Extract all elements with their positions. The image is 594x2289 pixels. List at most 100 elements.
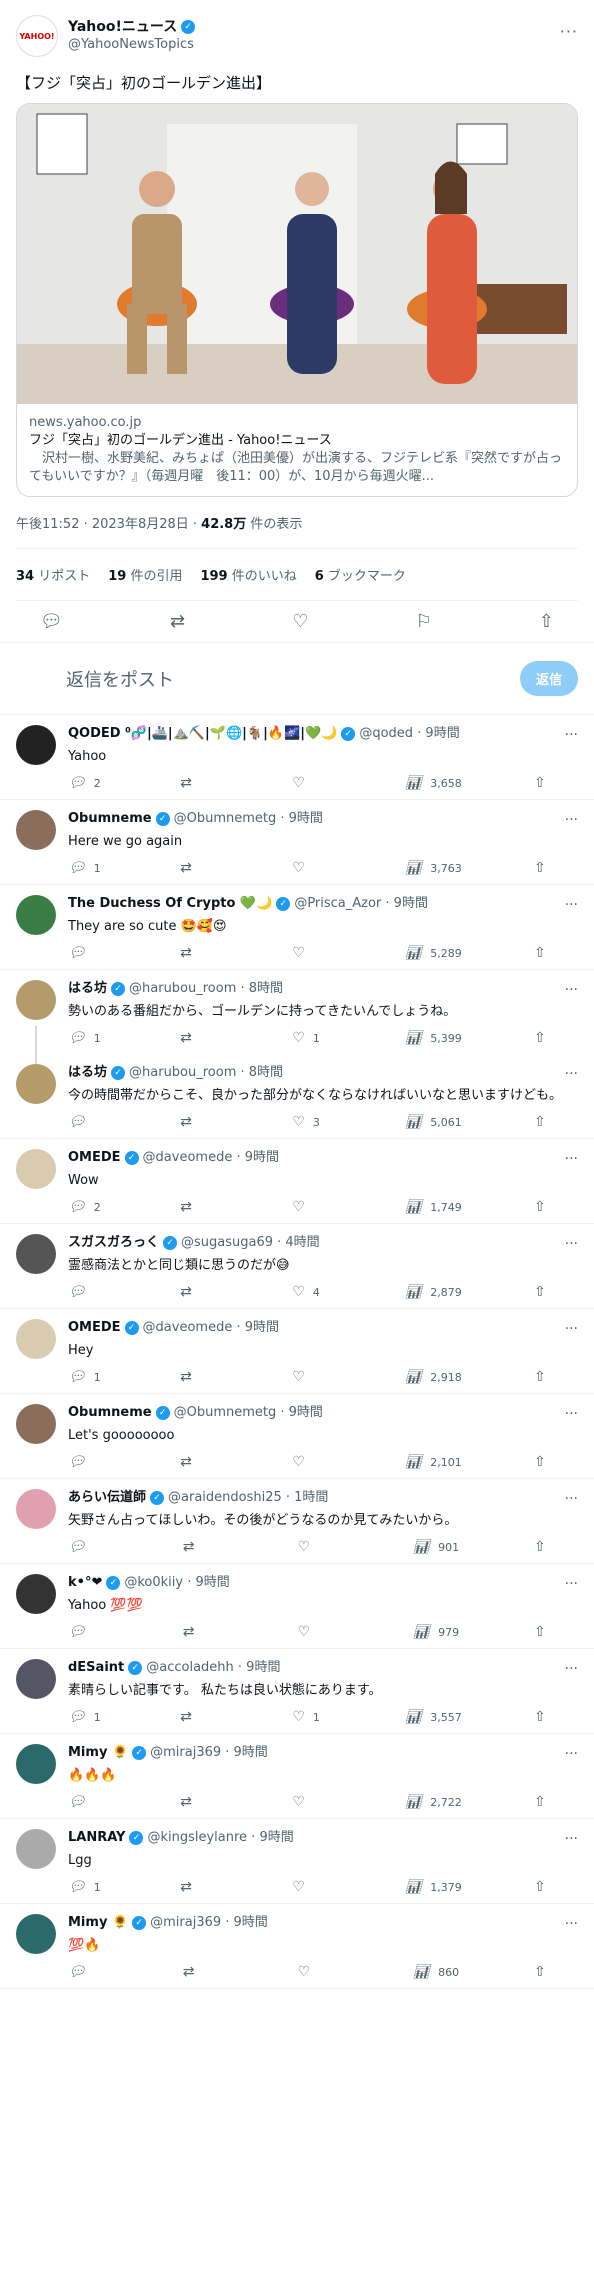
reply-count[interactable]: 💬︎ 1: [68, 1879, 108, 1895]
reply-handle[interactable]: @kingsleylanre · 9時間: [147, 1829, 293, 1847]
share-icon[interactable]: ⇧: [534, 1284, 574, 1300]
reply-count[interactable]: 💬︎: [68, 1454, 108, 1470]
reply-count[interactable]: 💬︎ 1: [68, 1030, 108, 1046]
reply-handle[interactable]: @daveomede · 9時間: [143, 1319, 279, 1337]
reply-author[interactable]: Obumneme: [68, 1404, 152, 1422]
like-icon[interactable]: ♡: [292, 611, 308, 632]
repost-count[interactable]: ⇄: [180, 1030, 220, 1046]
like-count[interactable]: ♡: [298, 1624, 338, 1640]
share-icon[interactable]: ⇧: [534, 860, 574, 876]
reply-handle[interactable]: @ko0kiiy · 9時間: [124, 1574, 229, 1592]
like-count[interactable]: ♡: [292, 945, 332, 961]
avatar[interactable]: [16, 1064, 56, 1104]
reply-tweet[interactable]: ··· OMEDE ✓ @daveomede · 9時間 Wow 💬︎ 2 ⇄ ♡ 📊︎ 1,749…: [0, 1139, 594, 1224]
avatar[interactable]: [16, 895, 56, 935]
more-icon[interactable]: ···: [565, 812, 578, 828]
view-count[interactable]: 📊︎ 5,061: [405, 1114, 462, 1130]
more-icon[interactable]: ···: [565, 1831, 578, 1847]
share-icon[interactable]: ⇧: [534, 775, 574, 791]
reply-author[interactable]: The Duchess Of Crypto 💚🌙: [68, 895, 272, 913]
reply-handle[interactable]: @Obumnemetg · 9時間: [174, 1404, 323, 1422]
reply-author[interactable]: QODED ⁰🧬|🚢|⛰️⛏️|🌱🌐|🐐|🔥🌌|💚🌙: [68, 725, 337, 743]
more-icon[interactable]: ···: [560, 22, 578, 41]
reply-tweet[interactable]: ··· はる坊 ✓ @harubou_room · 8時間 勢いのある番組だから、ゴール…: [0, 970, 594, 1064]
like-count[interactable]: ♡: [292, 1794, 332, 1810]
reply-handle[interactable]: @accoladehh · 9時間: [146, 1659, 280, 1677]
reply-tweet[interactable]: ··· あらい伝道師 ✓ @araidendoshi25 · 1時間 矢野さん占ってほし…: [0, 1479, 594, 1564]
share-icon[interactable]: ⇧: [534, 1454, 574, 1470]
reply-tweet[interactable]: ··· Obumneme ✓ @Obumnemetg · 9時間 Here we go …: [0, 800, 594, 885]
share-icon[interactable]: ⇧: [534, 1114, 574, 1130]
avatar[interactable]: [16, 1659, 56, 1699]
view-count[interactable]: 📊︎ 2,722: [405, 1794, 462, 1810]
avatar[interactable]: [16, 1234, 56, 1274]
reply-count[interactable]: 💬︎: [68, 1114, 108, 1130]
stat-bookmarks[interactable]: 6 ブックマーク: [315, 565, 406, 584]
post-time[interactable]: 午後11:52 · 2023年8月28日 ·: [16, 517, 201, 532]
reply-handle[interactable]: @sugasuga69 · 4時間: [181, 1234, 320, 1252]
reply-count[interactable]: 💬︎ 1: [68, 1709, 108, 1725]
view-count[interactable]: 📊︎ 860: [412, 1964, 459, 1980]
share-icon[interactable]: ⇧: [534, 1879, 574, 1895]
more-icon[interactable]: ···: [565, 727, 578, 743]
reply-author[interactable]: OMEDE: [68, 1149, 121, 1167]
reply-tweet[interactable]: ··· Obumneme ✓ @Obumnemetg · 9時間 Let's goooo…: [0, 1394, 594, 1479]
reply-tweet[interactable]: ··· はる坊 ✓ @harubou_room · 8時間 今の時間帯だからこそ、良かっ…: [0, 1054, 594, 1139]
avatar[interactable]: [16, 1914, 56, 1954]
reply-icon[interactable]: 💬︎: [40, 611, 63, 632]
view-count[interactable]: 📊︎ 1,379: [405, 1879, 462, 1895]
reply-author[interactable]: k•°❤: [68, 1574, 102, 1592]
more-icon[interactable]: ···: [565, 1406, 578, 1422]
reply-tweet[interactable]: ··· Mimy 🌻 ✓ @miraj369 · 9時間 💯🔥 💬︎ ⇄ ♡ 📊︎ 860 ⇧: [0, 1904, 594, 1989]
reply-author[interactable]: はる坊: [68, 1064, 107, 1082]
like-count[interactable]: ♡: [292, 860, 332, 876]
like-count[interactable]: ♡: [292, 1454, 332, 1470]
reply-tweet[interactable]: ··· Mimy 🌻 ✓ @miraj369 · 9時間 🔥🔥🔥 💬︎ ⇄ ♡ 📊︎ 2,722 ⇧: [0, 1734, 594, 1819]
reply-count[interactable]: 💬︎: [68, 1964, 108, 1980]
reply-author[interactable]: Obumneme: [68, 810, 152, 828]
share-icon[interactable]: ⇧: [534, 945, 574, 961]
reply-tweet[interactable]: ··· QODED ⁰🧬|🚢|⛰️⛏️|🌱🌐|🐐|🔥🌌|💚🌙 ✓ @qoded · 9…: [0, 715, 594, 800]
avatar[interactable]: [16, 1744, 56, 1784]
avatar[interactable]: [16, 1149, 56, 1189]
like-count[interactable]: ♡ 3: [292, 1114, 332, 1130]
share-icon[interactable]: ⇧: [534, 1709, 574, 1725]
repost-count[interactable]: ⇄: [180, 860, 220, 876]
more-icon[interactable]: ···: [565, 1491, 578, 1507]
avatar[interactable]: [16, 1489, 56, 1529]
avatar[interactable]: [16, 980, 56, 1020]
reply-input[interactable]: 返信をポスト: [66, 666, 174, 692]
share-icon[interactable]: ⇧: [534, 1369, 574, 1385]
stat-quotes[interactable]: 19 件の引用: [108, 565, 182, 584]
reply-handle[interactable]: @daveomede · 9時間: [143, 1149, 279, 1167]
more-icon[interactable]: ···: [565, 982, 578, 998]
view-count[interactable]: 📊︎ 2,879: [405, 1284, 462, 1300]
reply-count[interactable]: 💬︎ 2: [68, 775, 108, 791]
share-icon[interactable]: ⇧: [534, 1794, 574, 1810]
view-count[interactable]: 📊︎ 2,101: [405, 1454, 462, 1470]
avatar[interactable]: [16, 1404, 56, 1444]
reply-handle[interactable]: @harubou_room · 8時間: [129, 1064, 283, 1082]
avatar[interactable]: [16, 1574, 56, 1614]
view-count[interactable]: 📊︎ 1,749: [405, 1199, 462, 1215]
like-count[interactable]: ♡ 1: [292, 1709, 332, 1725]
reply-handle[interactable]: @Prisca_Azor · 9時間: [294, 895, 428, 913]
reply-count[interactable]: 💬︎: [68, 945, 108, 961]
reply-handle[interactable]: @qoded · 9時間: [359, 725, 459, 743]
like-count[interactable]: ♡: [292, 775, 332, 791]
stat-likes[interactable]: 199 件のいいね: [200, 565, 296, 584]
repost-count[interactable]: ⇄: [183, 1624, 223, 1640]
bookmark-icon[interactable]: ⚐: [416, 611, 432, 632]
more-icon[interactable]: ···: [565, 1916, 578, 1932]
reply-author[interactable]: Mimy 🌻: [68, 1914, 128, 1932]
repost-count[interactable]: ⇄: [180, 1114, 220, 1130]
share-icon[interactable]: ⇧: [534, 1624, 574, 1640]
view-count[interactable]: 📊︎ 3,763: [405, 860, 462, 876]
view-count[interactable]: 📊︎ 3,557: [405, 1709, 462, 1725]
more-icon[interactable]: ···: [565, 1236, 578, 1252]
reply-count[interactable]: 💬︎ 1: [68, 1369, 108, 1385]
reply-handle[interactable]: @Obumnemetg · 9時間: [174, 810, 323, 828]
reply-handle[interactable]: @miraj369 · 9時間: [150, 1744, 268, 1762]
repost-count[interactable]: ⇄: [180, 1709, 220, 1725]
view-count[interactable]: 📊︎ 979: [412, 1624, 459, 1640]
